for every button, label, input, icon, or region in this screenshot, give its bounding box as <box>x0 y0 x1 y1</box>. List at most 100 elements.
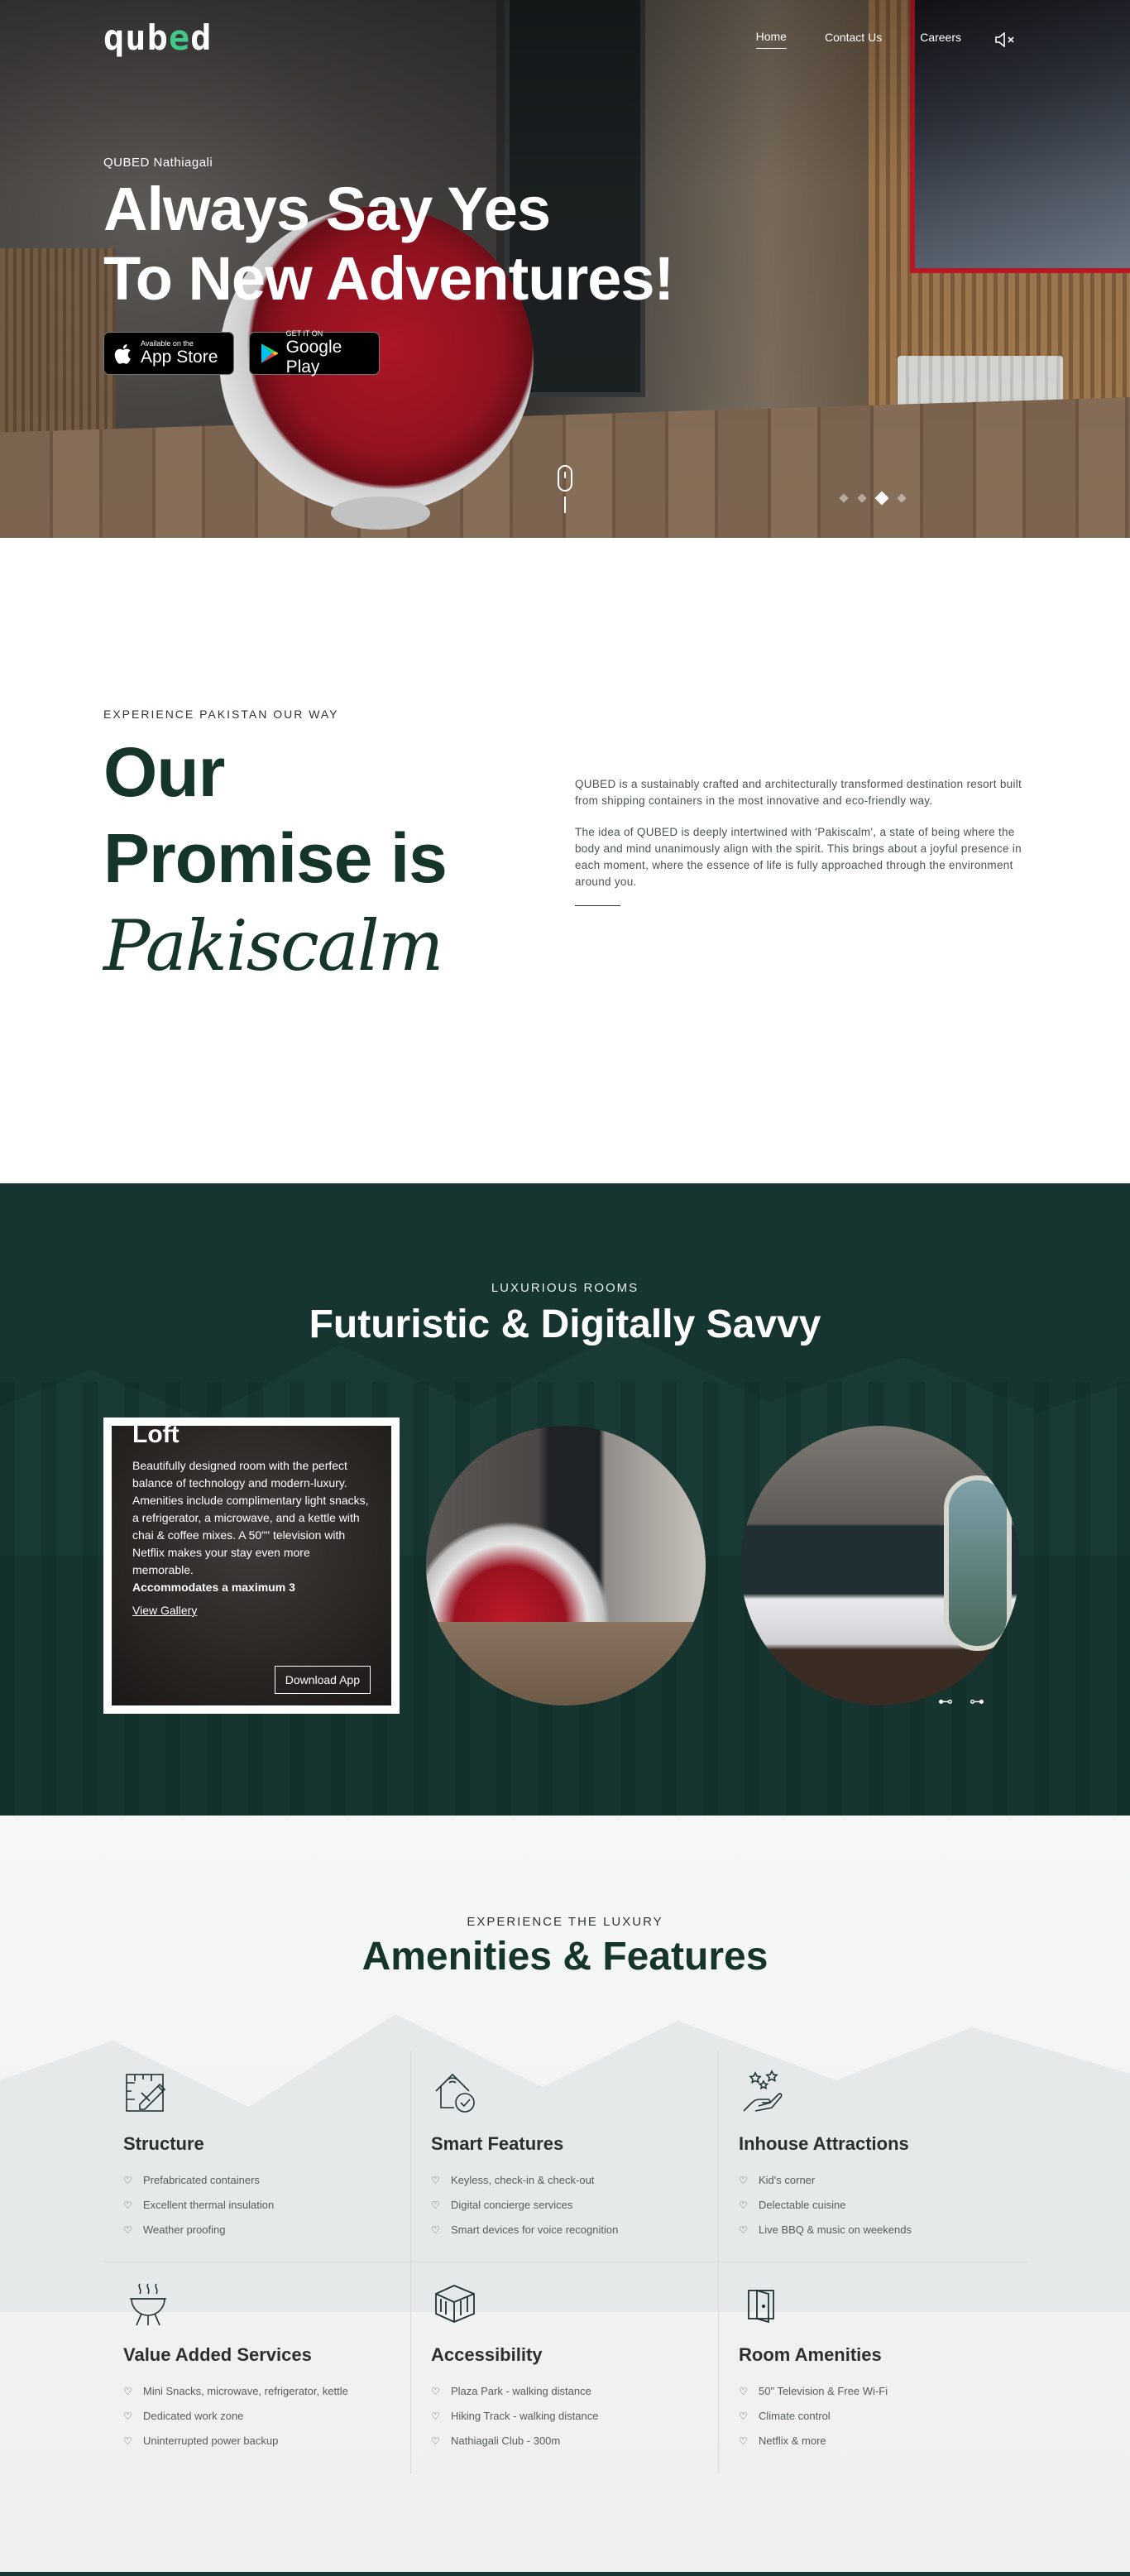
room-image-egg-chair[interactable] <box>426 1426 706 1705</box>
amenity-title: Smart Features <box>431 2133 564 2154</box>
next-arrow-icon[interactable]: ⊶ <box>970 1693 984 1710</box>
list-item: ♡ Prefabricated containers <box>123 2168 410 2193</box>
amenity-card-smart-features: Smart Features ♡ Keyless, check-in & chec… <box>411 2051 719 2262</box>
scroll-mouse-icon[interactable] <box>558 465 572 492</box>
list-item: ♡ Weather proofing <box>123 2218 410 2243</box>
nav-careers-link[interactable]: Careers <box>920 31 961 49</box>
slider-dot[interactable] <box>857 493 867 503</box>
hero-kicker: QUBED Nathiagali <box>103 156 213 170</box>
promise-title: Our Promise is <box>103 733 448 897</box>
amenities-heading: EXPERIENCE THE LUXURY Amenities & Featur… <box>0 1915 1130 1982</box>
amenity-title: Inhouse Attractions <box>739 2133 909 2154</box>
stars-hand-icon <box>743 2070 783 2112</box>
hero-title-line-1: Always Say Yes <box>103 175 551 243</box>
hero-content: QUBED Nathiagali Always Say Yes To New A… <box>103 156 765 377</box>
promise-section: EXPERIENCE PAKISTAN OUR WAY Our Promise … <box>0 538 1130 1183</box>
slider-dot[interactable] <box>839 493 849 503</box>
list-item: ♡ Delectable cuisine <box>739 2193 1027 2218</box>
amenities-section: EXPERIENCE THE LUXURY Amenities & Featur… <box>0 1816 1130 2576</box>
hero-section: qubed Home Contact Us Careers QUBED Nath… <box>0 0 1130 538</box>
amenity-card-inhouse-attractions: Inhouse Attractions ♡ Kid's corner ♡ Delec… <box>719 2051 1027 2262</box>
list-item: ♡ Nathiagali Club - 300m <box>431 2429 718 2454</box>
google-play-badge[interactable]: GET IT ON Google Play <box>249 329 380 377</box>
list-item: ♡ Smart devices for voice recognition <box>431 2218 718 2243</box>
heart-icon: ♡ <box>431 2411 440 2422</box>
room-image-bedroom[interactable] <box>740 1426 1020 1705</box>
promise-text-block: QUBED is a sustainably crafted and archi… <box>575 776 1026 906</box>
heart-icon: ♡ <box>123 2435 132 2447</box>
heart-icon: ♡ <box>431 2386 440 2397</box>
amenity-card-value-added-services: Value Added Services ♡ Mini Snacks, micro… <box>103 2262 411 2473</box>
scroll-line <box>564 496 566 513</box>
rooms-eyebrow: LUXURIOUS ROOMS <box>491 1281 639 1295</box>
heart-icon: ♡ <box>739 2175 748 2186</box>
slider-dot-active[interactable] <box>874 491 889 506</box>
slider-dot[interactable] <box>897 493 907 503</box>
room-capacity: Accommodates a maximum 3 <box>132 1581 295 1594</box>
list-item: ♡ Plaza Park - walking distance <box>431 2379 718 2404</box>
room-slider-arrows: ⊷ ⊶ <box>938 1693 984 1710</box>
promise-heading-block: EXPERIENCE PAKISTAN OUR WAY Our Promise … <box>103 708 448 991</box>
main-menu: Home Contact Us Careers <box>718 30 1017 49</box>
footer-strip <box>0 2572 1130 2576</box>
amenities-grid: Structure ♡ Prefabricated containers ♡ Exc… <box>103 2051 1027 2473</box>
heart-icon: ♡ <box>123 2199 132 2211</box>
prev-arrow-icon[interactable]: ⊷ <box>938 1693 953 1710</box>
heart-icon: ♡ <box>431 2435 440 2447</box>
amenity-title: Structure <box>123 2133 204 2154</box>
google-play-icon <box>261 343 279 363</box>
hero-title-line-2: To New Adventures! <box>103 244 674 313</box>
blueprint-icon <box>126 2074 166 2112</box>
amenities-eyebrow: EXPERIENCE THE LUXURY <box>467 1915 663 1929</box>
heart-icon: ♡ <box>431 2224 440 2236</box>
amenity-card-room-amenities: Room Amenities ♡ 50" Television & Free Wi… <box>719 2262 1027 2473</box>
amenity-title: Room Amenities <box>739 2344 882 2365</box>
amenity-card-structure: Structure ♡ Prefabricated containers ♡ Exc… <box>103 2051 411 2262</box>
heart-icon: ♡ <box>739 2386 748 2397</box>
rooms-section: LUXURIOUS ROOMS Futuristic & Digitally S… <box>0 1183 1130 1816</box>
speaker-muted-icon[interactable] <box>993 31 1017 48</box>
store-badges: Available on the App Store GET IT ON Googl… <box>103 329 765 377</box>
apple-icon <box>114 344 131 364</box>
top-navigation: qubed Home Contact Us Careers <box>0 18 1130 60</box>
list-item: ♡ Digital concierge services <box>431 2193 718 2218</box>
room-description: Beautifully designed room with the perfe… <box>132 1459 369 1576</box>
list-item: ♡ Mini Snacks, microwave, refrigerator, k… <box>123 2379 410 2404</box>
heart-icon: ♡ <box>123 2411 132 2422</box>
amenity-card-accessibility: Accessibility ♡ Plaza Park - walking dist… <box>411 2262 719 2473</box>
list-item: ♡ Netflix & more <box>739 2429 1027 2454</box>
list-item: ♡ Excellent thermal insulation <box>123 2193 410 2218</box>
heart-icon: ♡ <box>123 2175 132 2186</box>
list-item: ♡ Hiking Track - walking distance <box>431 2404 718 2429</box>
divider <box>575 905 620 906</box>
list-item: ♡ Uninterrupted power backup <box>123 2429 410 2454</box>
list-item: ♡ Live BBQ & music on weekends <box>739 2218 1027 2243</box>
download-app-button[interactable]: Download App <box>274 1666 371 1694</box>
nav-home-link[interactable]: Home <box>755 30 787 49</box>
grill-icon <box>130 2283 166 2326</box>
room-card-loft[interactable]: Loft Beautifully designed room with the … <box>103 1418 400 1714</box>
heart-icon: ♡ <box>739 2435 748 2447</box>
heart-icon: ♡ <box>123 2386 132 2397</box>
promise-script-word: Pakiscalm <box>103 905 443 986</box>
qubed-logo[interactable]: qubed <box>103 18 212 58</box>
list-item: ♡ Kid's corner <box>739 2168 1027 2193</box>
heart-icon: ♡ <box>739 2224 748 2236</box>
heart-icon: ♡ <box>739 2411 748 2422</box>
heart-icon: ♡ <box>431 2199 440 2211</box>
view-gallery-link[interactable]: View Gallery <box>132 1604 197 1617</box>
heart-icon: ♡ <box>431 2175 440 2186</box>
door-icon <box>748 2289 774 2324</box>
nav-contact-link[interactable]: Contact Us <box>825 31 882 49</box>
room-name: Loft <box>132 1421 180 1448</box>
hero-title: Always Say Yes To New Adventures! <box>103 175 765 314</box>
heart-icon: ♡ <box>739 2199 748 2211</box>
list-item: ♡ 50" Television & Free Wi-Fi <box>739 2379 1027 2404</box>
container-box-icon <box>435 2285 475 2323</box>
amenity-title: Accessibility <box>431 2344 543 2365</box>
room-card-content: Loft Beautifully designed room with the … <box>112 1421 391 1619</box>
app-store-badge[interactable]: Available on the App Store <box>103 332 234 375</box>
hero-slider-dots <box>839 491 907 506</box>
rooms-title: Futuristic & Digitally Savvy <box>309 1302 821 1346</box>
smart-home-icon <box>435 2073 475 2113</box>
